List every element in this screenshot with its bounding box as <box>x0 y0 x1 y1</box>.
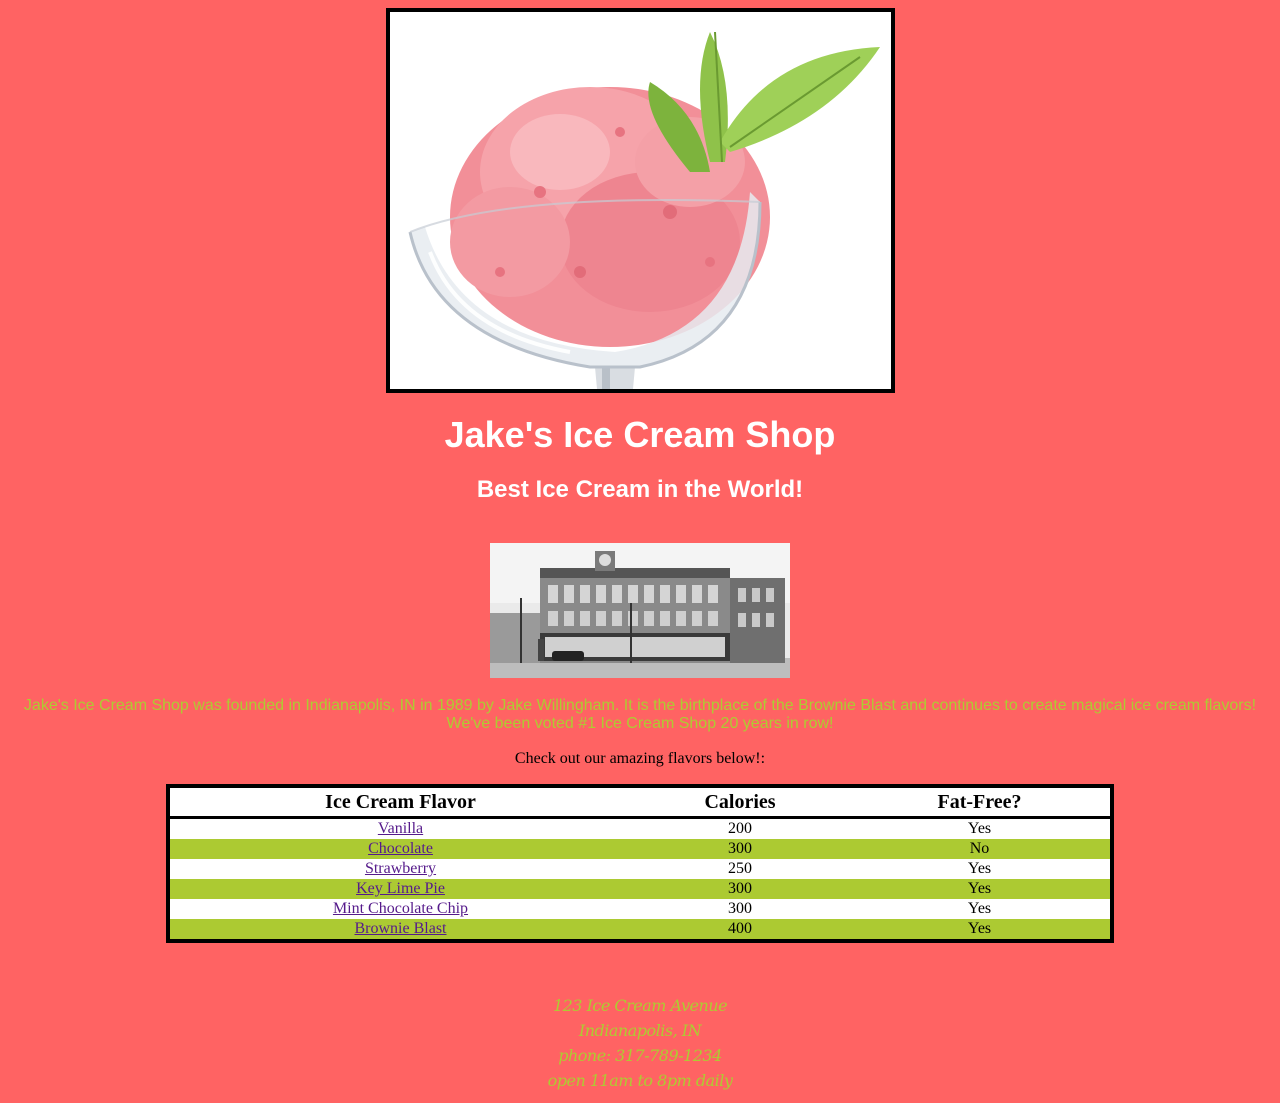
fat-free-cell: Yes <box>849 919 1112 941</box>
flavor-cell: Key Lime Pie <box>168 879 631 899</box>
about-line-2: We've been voted #1 Ice Cream Shop 20 ye… <box>446 715 834 732</box>
footer-city: Indianapolis, IN <box>578 1021 702 1040</box>
table-row: Brownie Blast 400 Yes <box>168 919 1112 941</box>
storefront-image <box>490 543 790 678</box>
flavor-link-brownie-blast[interactable]: Brownie Blast <box>355 920 447 937</box>
table-row: Chocolate 300 No <box>168 839 1112 859</box>
flavor-link-mint-chocolate-chip[interactable]: Mint Chocolate Chip <box>333 900 468 917</box>
calories-cell: 300 <box>631 839 849 859</box>
footer-hours: open 11am to 8pm daily <box>547 1071 733 1090</box>
table-row: Mint Chocolate Chip 300 Yes <box>168 899 1112 919</box>
calories-cell: 300 <box>631 899 849 919</box>
flavor-cell: Mint Chocolate Chip <box>168 899 631 919</box>
flavor-cell: Vanilla <box>168 817 631 839</box>
page-subtitle: Best Ice Cream in the World! <box>476 476 804 503</box>
table-row: Key Lime Pie 300 Yes <box>168 879 1112 899</box>
page-title: Jake's Ice Cream Shop <box>444 414 836 455</box>
about-line-1: Jake's Ice Cream Shop was founded in Ind… <box>23 697 1257 714</box>
flavor-cell: Chocolate <box>168 839 631 859</box>
calories-cell: 200 <box>631 817 849 839</box>
fat-free-cell: Yes <box>849 817 1112 839</box>
flavor-link-vanilla[interactable]: Vanilla <box>378 820 423 837</box>
calories-cell: 400 <box>631 919 849 941</box>
header-calories: Calories <box>631 786 849 819</box>
header-fat-free: Fat-Free? <box>849 786 1112 819</box>
calories-cell: 300 <box>631 879 849 899</box>
header-flavor: Ice Cream Flavor <box>168 786 631 819</box>
table-row: Strawberry 250 Yes <box>168 859 1112 879</box>
footer-phone: phone: 317-789-1234 <box>558 1046 722 1065</box>
flavor-table: Ice Cream Flavor Calories Fat-Free? Vani… <box>166 784 1114 943</box>
fat-free-cell: Yes <box>849 879 1112 899</box>
calories-cell: 250 <box>631 859 849 879</box>
footer-address: 123 Ice Cream Avenue <box>552 996 728 1015</box>
about-text: Jake's Ice Cream Shop was founded in Ind… <box>0 697 1280 733</box>
flavors-intro: Check out our amazing flavors below!: <box>514 750 766 767</box>
table-row: Vanilla 200 Yes <box>168 817 1112 839</box>
flavor-link-strawberry[interactable]: Strawberry <box>365 860 436 877</box>
fat-free-cell: Yes <box>849 859 1112 879</box>
fat-free-cell: No <box>849 839 1112 859</box>
flavor-cell: Strawberry <box>168 859 631 879</box>
flavor-link-key-lime-pie[interactable]: Key Lime Pie <box>356 880 445 897</box>
hero-ice-cream-image <box>386 8 895 393</box>
table-header-row: Ice Cream Flavor Calories Fat-Free? <box>168 786 1112 819</box>
fat-free-cell: Yes <box>849 899 1112 919</box>
footer-contact: 123 Ice Cream Avenue Indianapolis, IN ph… <box>0 993 1280 1093</box>
flavor-cell: Brownie Blast <box>168 919 631 941</box>
flavor-link-chocolate[interactable]: Chocolate <box>368 840 433 857</box>
